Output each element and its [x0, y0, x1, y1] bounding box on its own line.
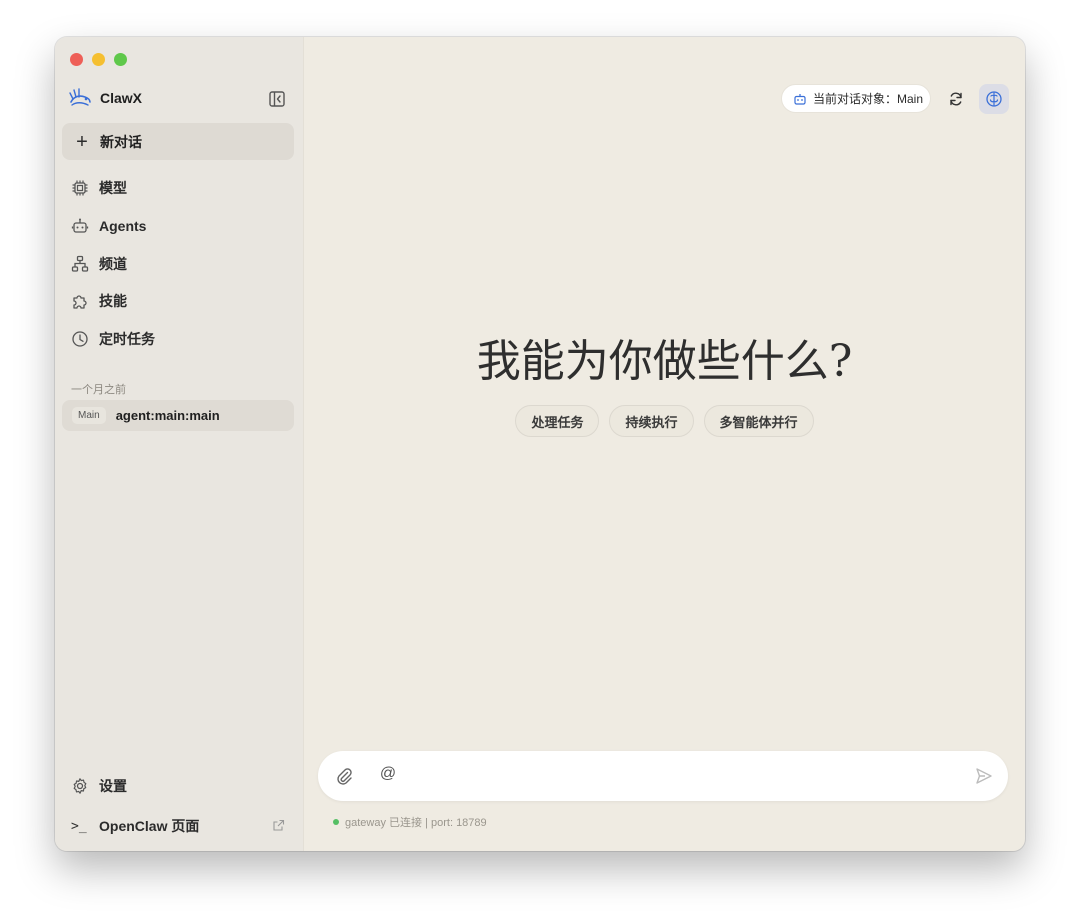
- history-section-label: 一个月之前: [71, 384, 126, 396]
- nav-label: 模型: [99, 180, 127, 196]
- gateway-status-text: gateway 已连接 | port: 18789: [345, 817, 487, 829]
- gateway-status: gateway 已连接 | port: 18789: [333, 814, 487, 830]
- nav-label: 技能: [99, 293, 127, 309]
- send-icon[interactable]: [974, 766, 994, 786]
- suggestion-chip[interactable]: 多智能体并行: [703, 405, 814, 437]
- paperclip-icon[interactable]: [334, 766, 354, 786]
- chip-icon: [72, 180, 88, 196]
- new-chat-label: 新对话: [100, 133, 142, 150]
- sidebar: ClawX + 新对话 模型 Agents 频道 技能 定时任务 一个月之前 M…: [55, 37, 304, 851]
- puzzle-icon: [73, 295, 87, 309]
- refresh-icon: [950, 92, 962, 106]
- close-window-button[interactable]: [70, 53, 83, 66]
- sidebar-collapse-icon[interactable]: [268, 90, 286, 108]
- hero-title: 我能为你做些什么?: [476, 336, 853, 387]
- nav-item-agents[interactable]: Agents: [71, 214, 146, 238]
- session-label: agent:main:main: [115, 408, 220, 423]
- suggestion-chips: 处理任务 持续执行 多智能体并行: [304, 405, 1025, 437]
- clock-icon: [72, 331, 88, 347]
- traffic-lights: [70, 53, 127, 66]
- suggestion-chip[interactable]: 持续执行: [609, 405, 694, 437]
- bot-icon: [794, 93, 806, 105]
- nav-item-models[interactable]: 模型: [71, 176, 127, 200]
- main-area: 当前对话对象：Main 我能为你做些什么? 处理任务 持续执行 多智能体并行 @: [304, 37, 1025, 851]
- nav-label: 定时任务: [99, 331, 155, 347]
- nav-item-skills[interactable]: 技能: [71, 289, 127, 313]
- terminal-icon: >_: [71, 818, 87, 834]
- new-chat-button[interactable]: + 新对话: [62, 123, 294, 160]
- gear-icon: [73, 778, 87, 794]
- mention-button[interactable]: @: [378, 765, 398, 787]
- lobster-logo-icon: [69, 88, 91, 106]
- message-input[interactable]: [414, 763, 954, 789]
- brand: ClawX: [68, 87, 142, 109]
- brain-icon: [986, 91, 1002, 107]
- nav-label: 频道: [99, 256, 127, 272]
- chat-target-pill[interactable]: 当前对话对象：Main: [781, 84, 931, 113]
- settings-link[interactable]: 设置: [71, 774, 127, 798]
- network-icon: [71, 255, 89, 272]
- brand-name: ClawX: [100, 90, 143, 106]
- nav-label: Agents: [99, 218, 147, 234]
- nav-item-scheduled-tasks[interactable]: 定时任务: [71, 327, 155, 351]
- app-window: ClawX + 新对话 模型 Agents 频道 技能 定时任务 一个月之前 M…: [55, 37, 1025, 851]
- settings-label: 设置: [99, 778, 127, 794]
- zoom-window-button[interactable]: [114, 53, 127, 66]
- message-composer: @: [318, 751, 1008, 801]
- refresh-button[interactable]: [941, 84, 971, 114]
- bot-icon: [71, 218, 89, 233]
- session-item[interactable]: Main agent:main:main: [62, 400, 294, 431]
- thinking-toggle-button[interactable]: [979, 84, 1009, 114]
- external-link-icon: [273, 819, 285, 831]
- status-dot: [333, 819, 339, 825]
- minimize-window-button[interactable]: [92, 53, 105, 66]
- nav-item-channels[interactable]: 频道: [71, 252, 127, 276]
- openclaw-label: OpenClaw 页面: [99, 818, 200, 834]
- session-agent-badge: Main: [72, 407, 106, 424]
- openclaw-page-link[interactable]: >_ OpenClaw 页面: [71, 814, 199, 838]
- suggestion-chip[interactable]: 处理任务: [515, 405, 600, 437]
- chat-target-label: 当前对话对象：Main: [813, 92, 924, 106]
- plus-icon: +: [76, 130, 88, 153]
